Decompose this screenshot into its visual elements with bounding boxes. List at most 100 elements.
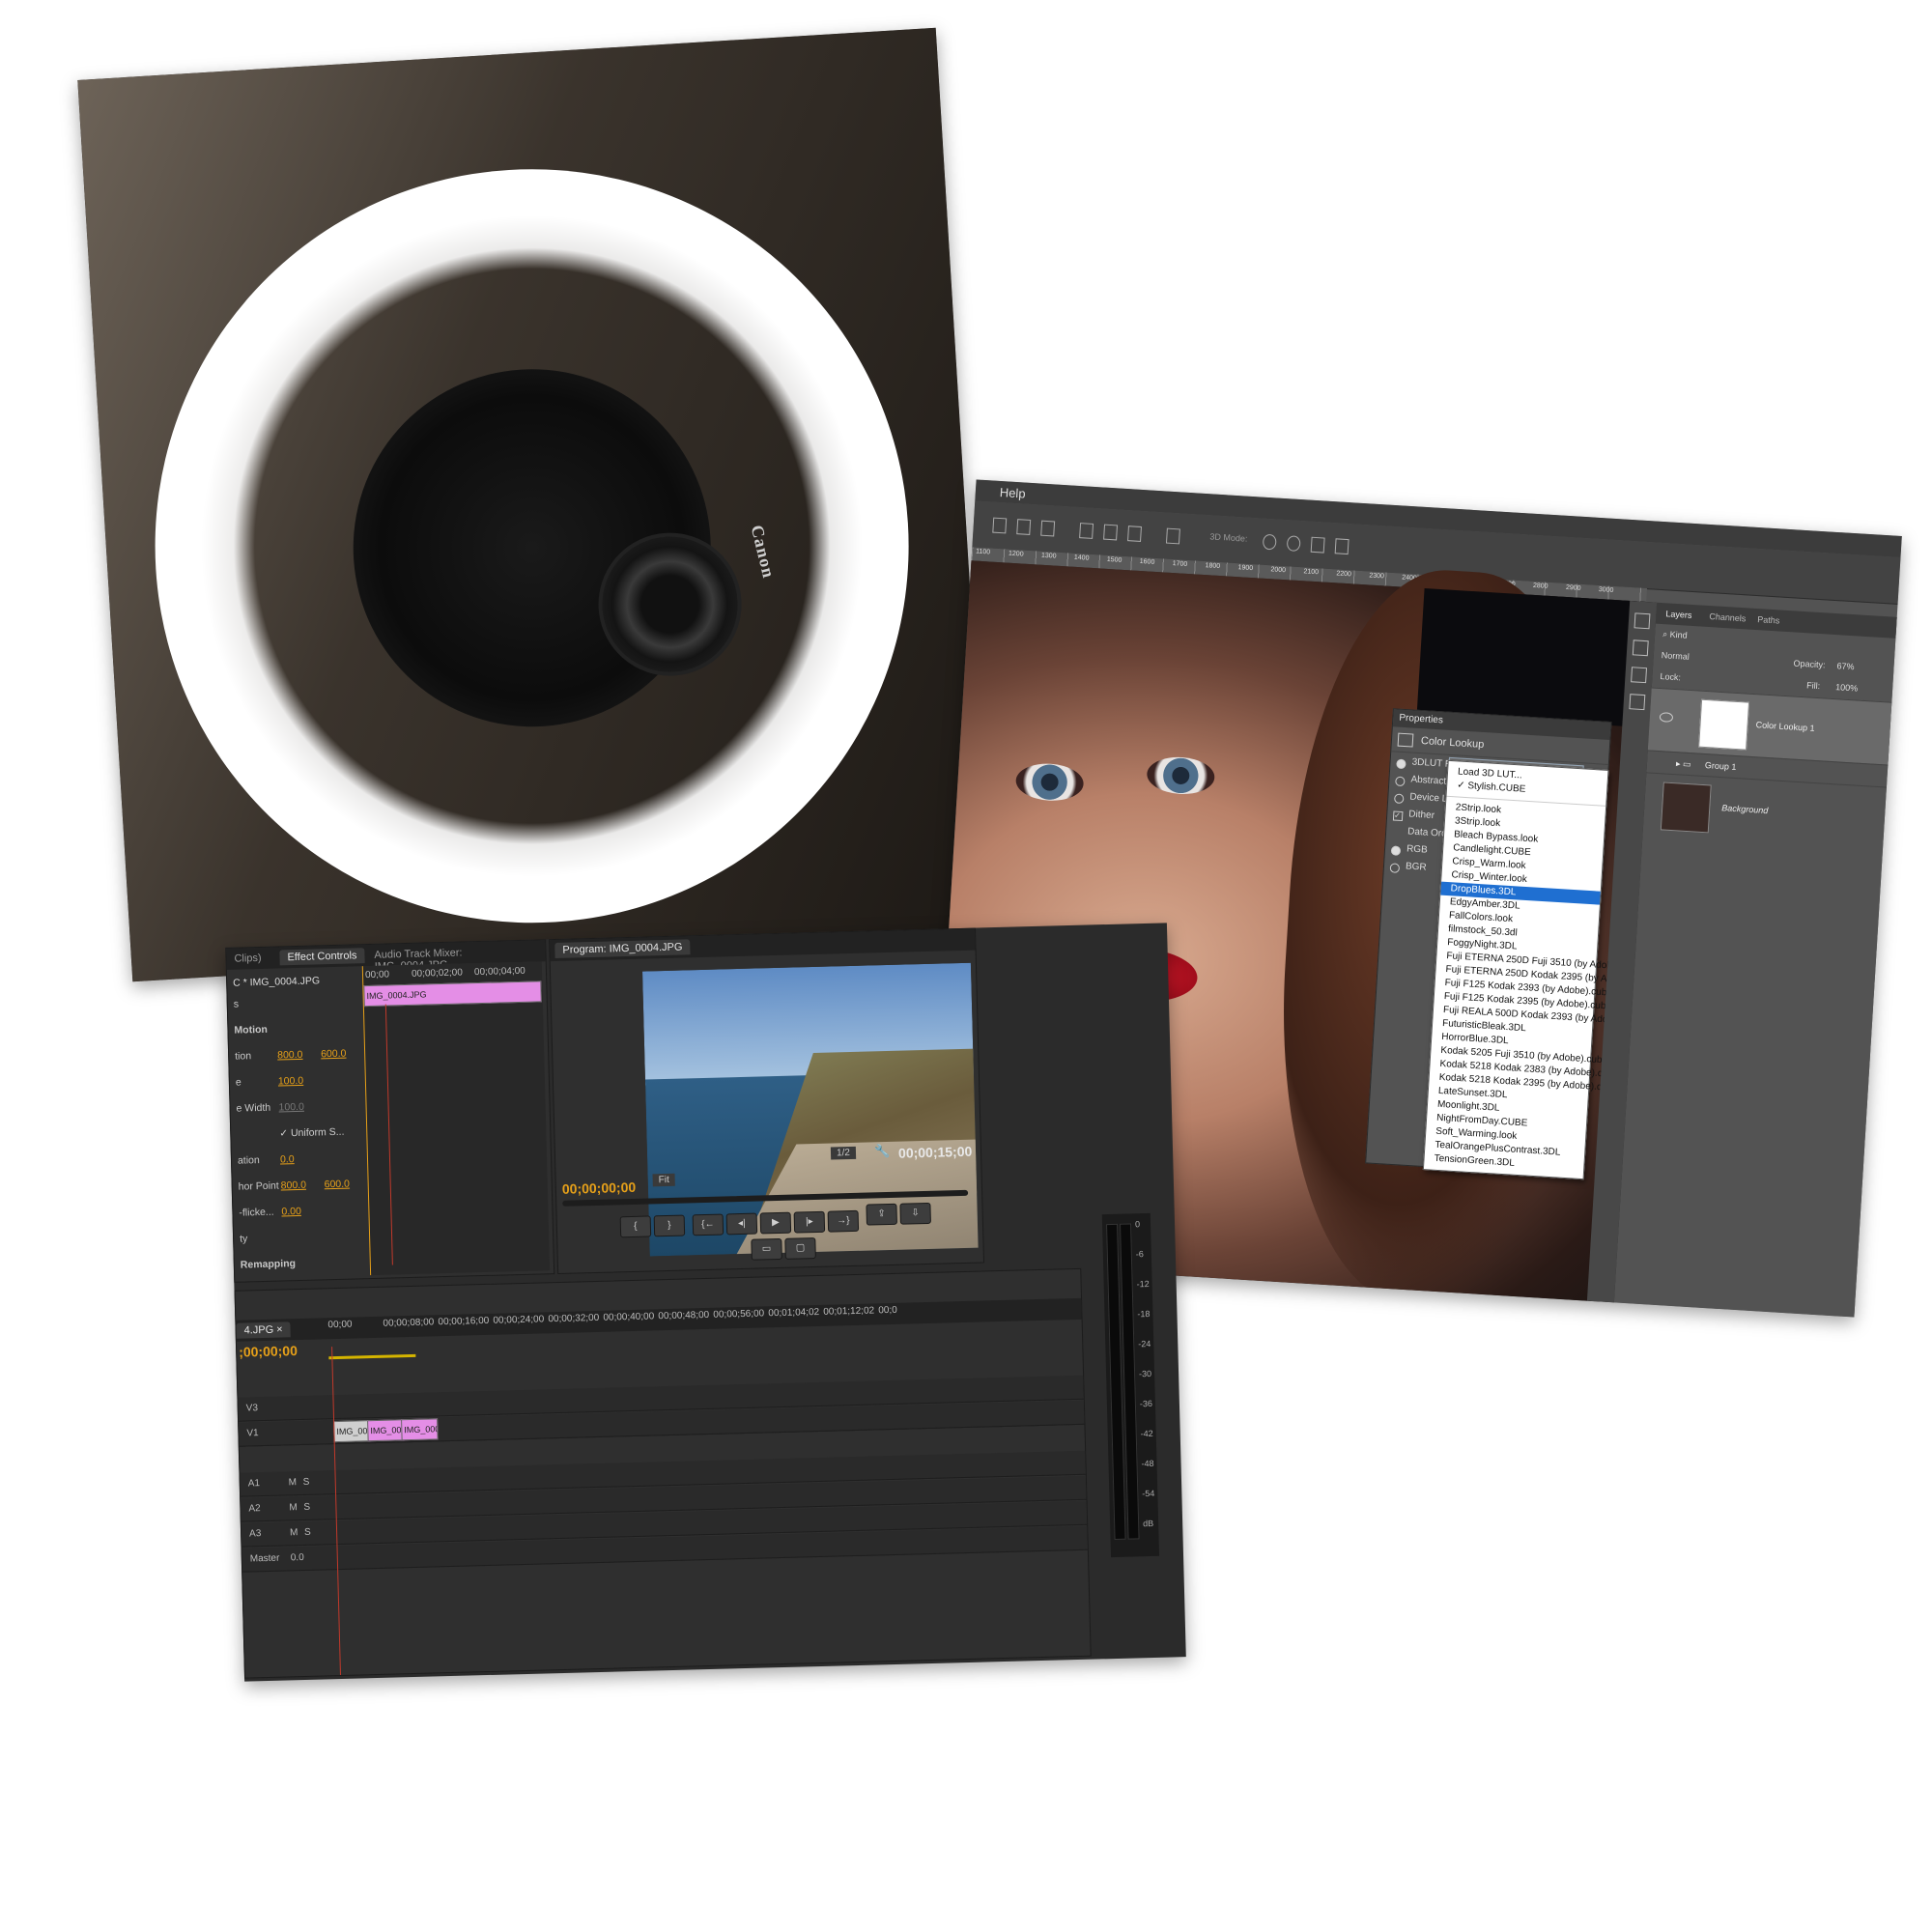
layer-name: Group 1 bbox=[1704, 760, 1737, 773]
distribute-icon[interactable] bbox=[1165, 527, 1180, 545]
layer-name: Color Lookup 1 bbox=[1755, 720, 1815, 733]
3d-mode-label: 3D Mode: bbox=[1209, 531, 1248, 544]
track-solo-button[interactable]: S bbox=[303, 1502, 310, 1513]
effect-property-value[interactable]: 600.0 bbox=[325, 1179, 351, 1191]
effect-source-label: C * IMG_0004.JPG bbox=[233, 975, 321, 989]
playhead-line bbox=[384, 1004, 393, 1265]
track-name: A2 bbox=[248, 1503, 261, 1515]
timeline-clip[interactable]: IMG_000 bbox=[333, 1420, 371, 1443]
program-timecode-current[interactable]: 00;00;00;00 bbox=[562, 1179, 637, 1197]
meter-scale-label: -18 bbox=[1137, 1308, 1151, 1320]
track-mute-button[interactable]: M bbox=[290, 1527, 298, 1538]
ruler-tick-label: 1100 bbox=[975, 548, 991, 556]
track-name: V1 bbox=[246, 1428, 259, 1439]
pan-3d-icon[interactable] bbox=[1310, 536, 1325, 554]
effect-property-value[interactable]: 100.0 bbox=[278, 1101, 304, 1114]
effect-property-label: ation bbox=[237, 1154, 260, 1167]
ruler-label: 00;00;02;00 bbox=[411, 967, 463, 980]
track-solo-button[interactable]: S bbox=[303, 1477, 310, 1488]
mark-in-button[interactable]: { bbox=[619, 1215, 652, 1238]
timeline-clip[interactable]: IMG_000 bbox=[367, 1419, 405, 1442]
orbit-3d-icon[interactable] bbox=[1262, 533, 1277, 551]
wrench-icon[interactable]: 🔧 bbox=[874, 1144, 891, 1159]
timeline-timecode[interactable]: ;00;00;00 bbox=[239, 1343, 298, 1360]
effect-property-value[interactable]: 100.0 bbox=[278, 1075, 304, 1088]
align-top-icon[interactable] bbox=[1079, 523, 1094, 539]
effect-property-value[interactable]: 600.0 bbox=[321, 1048, 347, 1061]
export-frame-button[interactable]: ▭ bbox=[751, 1237, 782, 1261]
effect-clip[interactable]: IMG_0004.JPG bbox=[363, 980, 542, 1008]
ruler-tick-label: 2000 bbox=[1270, 566, 1287, 575]
effect-property-label: hor Point bbox=[238, 1179, 279, 1193]
timeline-clip[interactable]: IMG_000 bbox=[401, 1418, 439, 1441]
resolution-select[interactable]: 1/2 bbox=[830, 1146, 857, 1160]
timeline-ruler[interactable]: 00;00 00;00;08;00 00;00;16;00 00;00;24;00 00… bbox=[327, 1298, 1071, 1337]
slide-3d-icon[interactable] bbox=[1334, 538, 1350, 555]
tab-paths[interactable]: Paths bbox=[1757, 614, 1780, 625]
timeline-ruler-label: 00;00 bbox=[327, 1319, 353, 1331]
tab-channels[interactable]: Channels bbox=[1709, 611, 1747, 623]
layer-thumbnail bbox=[1660, 781, 1712, 834]
go-to-in-button[interactable]: {← bbox=[692, 1213, 724, 1236]
kind-filter[interactable]: Kind bbox=[1669, 630, 1688, 640]
track-mute-button[interactable]: M bbox=[289, 1502, 298, 1513]
tab-program[interactable]: Program: IMG_0004.JPG bbox=[554, 939, 691, 958]
blend-mode-select[interactable]: Normal bbox=[1662, 650, 1690, 662]
play-button[interactable]: ▶ bbox=[759, 1211, 792, 1235]
visibility-eye-icon[interactable] bbox=[1659, 712, 1674, 723]
track-mute-button[interactable]: M bbox=[289, 1477, 298, 1488]
radio-icon[interactable] bbox=[1389, 863, 1401, 873]
radio-icon[interactable] bbox=[1393, 793, 1405, 805]
go-to-out-button[interactable]: →} bbox=[827, 1209, 860, 1233]
checkbox-icon[interactable]: ✓ bbox=[1392, 810, 1404, 822]
ruler-tick-label: 2300 bbox=[1369, 572, 1385, 581]
tab-layers[interactable]: Layers bbox=[1665, 609, 1692, 620]
effect-property-value[interactable]: 0.0 bbox=[280, 1153, 295, 1165]
align-bottom-icon[interactable] bbox=[1127, 526, 1142, 542]
layer-background[interactable]: Background bbox=[1642, 772, 1888, 850]
meter-scale-label: dB bbox=[1143, 1518, 1154, 1529]
align-right-icon[interactable] bbox=[1040, 520, 1056, 537]
tab-effect-controls[interactable]: Effect Controls bbox=[279, 948, 365, 966]
track-mute-button[interactable]: 0.0 bbox=[291, 1552, 304, 1563]
ruler-tick-label: 2200 bbox=[1336, 570, 1352, 579]
fit-select[interactable]: Fit bbox=[652, 1173, 675, 1187]
track-name: V3 bbox=[245, 1403, 259, 1414]
premiere-window: Clips) Effect Controls Audio Track Mixer… bbox=[225, 923, 1186, 1682]
play-action-icon[interactable] bbox=[1632, 639, 1649, 657]
comment-button[interactable]: ▢ bbox=[784, 1236, 816, 1260]
history-icon[interactable] bbox=[1634, 612, 1651, 630]
option-label: BGR bbox=[1405, 861, 1427, 873]
mark-out-button[interactable]: } bbox=[653, 1214, 686, 1237]
align-middle-icon[interactable] bbox=[1103, 524, 1119, 541]
option-label: Abstract bbox=[1410, 774, 1447, 787]
align-left-icon[interactable] bbox=[992, 517, 1008, 534]
timeline-ruler-label: 00;00;08;00 bbox=[383, 1317, 435, 1329]
effect-property-value[interactable]: ✓ Uniform S... bbox=[279, 1126, 344, 1140]
properties-icon[interactable] bbox=[1629, 694, 1646, 711]
opacity-value[interactable]: 67% bbox=[1836, 661, 1855, 671]
adjustments-icon[interactable] bbox=[1631, 667, 1648, 684]
meter-scale-label: -36 bbox=[1139, 1398, 1153, 1409]
fill-value[interactable]: 100% bbox=[1835, 682, 1859, 693]
tab-sequence[interactable]: 4.JPG × bbox=[236, 1321, 291, 1339]
extract-button[interactable]: ⇩ bbox=[899, 1202, 931, 1225]
effect-property-value[interactable]: 800.0 bbox=[281, 1179, 307, 1192]
lift-button[interactable]: ⇪ bbox=[866, 1203, 897, 1226]
effect-property-value[interactable]: 0.00 bbox=[281, 1206, 301, 1218]
radio-icon[interactable] bbox=[1395, 776, 1406, 787]
menu-help[interactable]: Help bbox=[999, 485, 1026, 501]
track-solo-button[interactable]: S bbox=[304, 1527, 311, 1538]
radio-icon[interactable] bbox=[1396, 758, 1406, 770]
effect-property-label: Motion bbox=[234, 1023, 269, 1037]
roll-3d-icon[interactable] bbox=[1286, 535, 1301, 553]
menu-item-label: Stylish.CUBE bbox=[1467, 781, 1526, 795]
radio-icon[interactable] bbox=[1390, 845, 1402, 856]
align-center-icon[interactable] bbox=[1016, 519, 1032, 535]
step-forward-button[interactable]: |▸ bbox=[793, 1210, 826, 1234]
work-area-bar[interactable] bbox=[328, 1353, 416, 1360]
tab-clips[interactable]: Clips) bbox=[226, 951, 270, 967]
effect-property-value[interactable]: 800.0 bbox=[277, 1049, 303, 1062]
step-back-button[interactable]: ◂| bbox=[725, 1212, 758, 1236]
ruler-tick-label: 1700 bbox=[1172, 560, 1188, 568]
